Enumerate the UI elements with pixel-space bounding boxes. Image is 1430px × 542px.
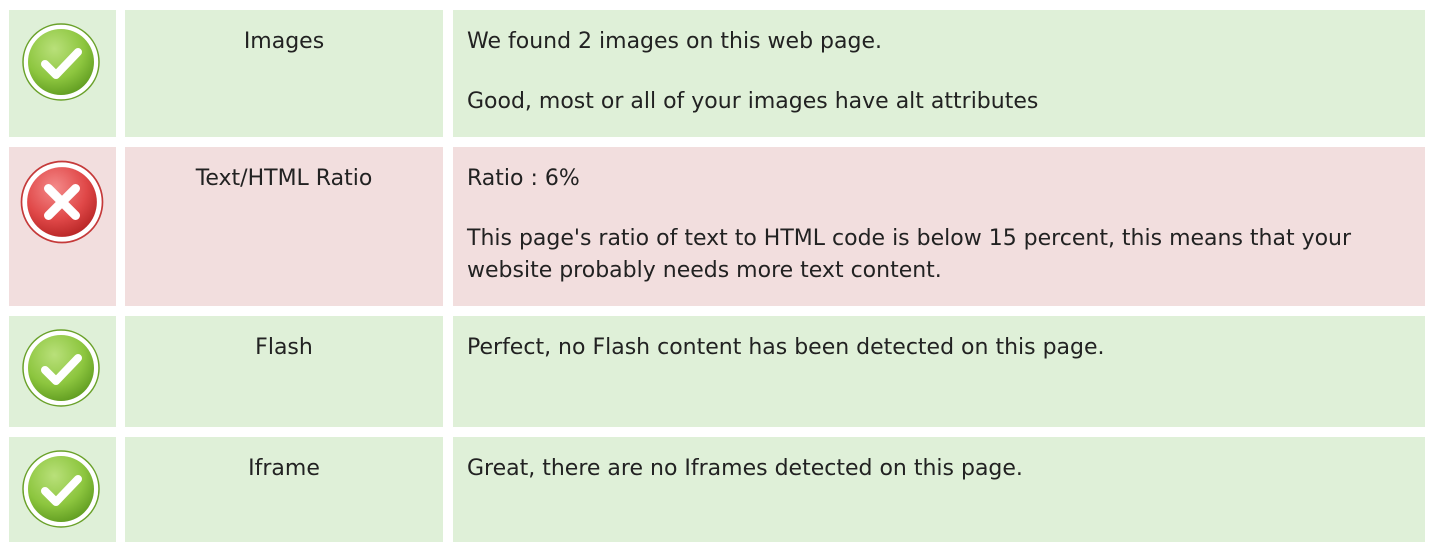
report-row-flash: Flash Perfect, no Flash content has been… xyxy=(0,316,1430,427)
check-description-cell: We found 2 images on this web page. Good… xyxy=(453,10,1425,137)
status-cell xyxy=(9,316,116,427)
check-name-cell: Images xyxy=(125,10,443,137)
seo-report-table: Images We found 2 images on this web pag… xyxy=(0,0,1430,542)
check-circle-icon xyxy=(21,22,101,102)
status-cell xyxy=(9,437,116,542)
description-line: This page's ratio of text to HTML code i… xyxy=(467,226,1352,283)
status-cell xyxy=(9,10,116,137)
check-description-cell: Perfect, no Flash content has been detec… xyxy=(453,316,1425,427)
description-line: Great, there are no Iframes detected on … xyxy=(467,456,1023,481)
report-row-images: Images We found 2 images on this web pag… xyxy=(0,10,1430,137)
description-line: Ratio : 6% xyxy=(467,166,580,191)
report-row-text-html-ratio: Text/HTML Ratio Ratio : 6% This page's r… xyxy=(0,147,1430,306)
description-line: Perfect, no Flash content has been detec… xyxy=(467,335,1105,360)
check-name-cell: Iframe xyxy=(125,437,443,542)
check-name-cell: Text/HTML Ratio xyxy=(125,147,443,306)
report-row-iframe: Iframe Great, there are no Iframes detec… xyxy=(0,437,1430,542)
check-name: Flash xyxy=(255,335,313,360)
check-description: Ratio : 6% This page's ratio of text to … xyxy=(467,163,1407,287)
description-line: We found 2 images on this web page. xyxy=(467,29,882,54)
check-description: We found 2 images on this web page. Good… xyxy=(467,26,1407,118)
check-name-cell: Flash xyxy=(125,316,443,427)
check-circle-icon xyxy=(21,328,101,408)
check-description-cell: Ratio : 6% This page's ratio of text to … xyxy=(453,147,1425,306)
check-name: Images xyxy=(243,29,325,54)
check-name: Iframe xyxy=(248,456,320,481)
cross-circle-icon xyxy=(17,157,107,247)
check-description-cell: Great, there are no Iframes detected on … xyxy=(453,437,1425,542)
check-description: Great, there are no Iframes detected on … xyxy=(467,453,1407,485)
check-description: Perfect, no Flash content has been detec… xyxy=(467,332,1407,364)
check-circle-icon xyxy=(21,449,101,529)
check-name: Text/HTML Ratio xyxy=(195,166,373,191)
status-cell xyxy=(9,147,116,306)
description-line: Good, most or all of your images have al… xyxy=(467,89,1039,114)
